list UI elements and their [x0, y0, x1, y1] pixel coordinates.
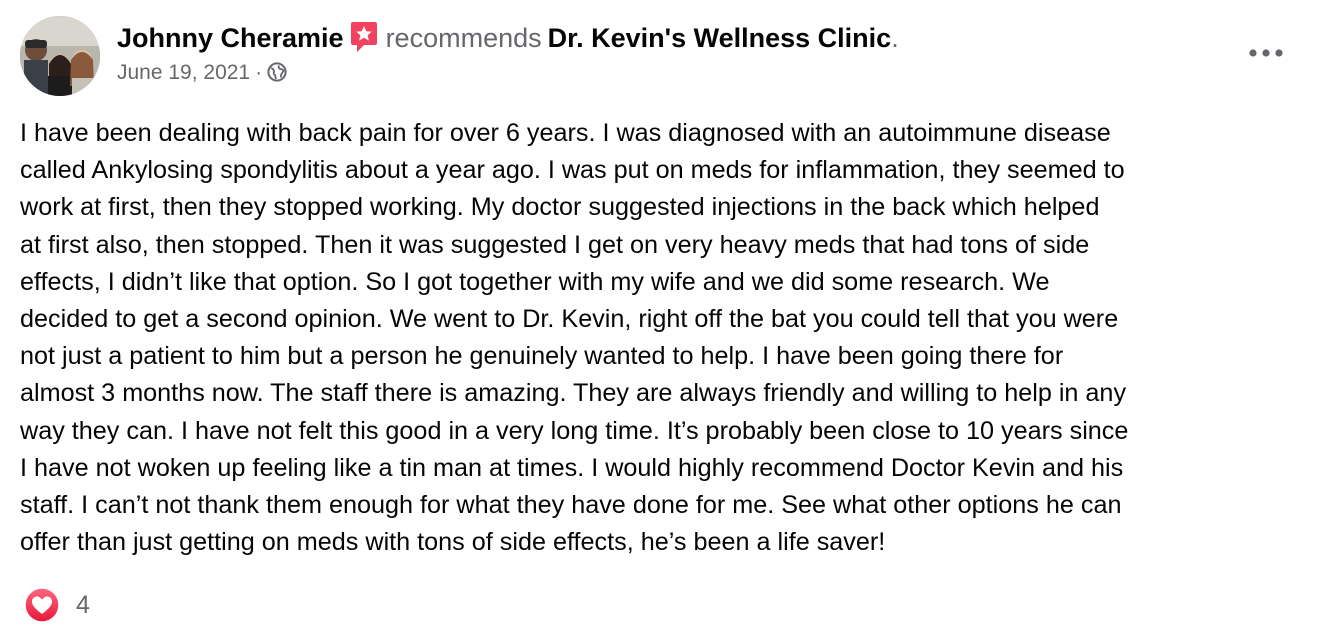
reactions-summary[interactable]: 4: [24, 587, 90, 623]
post-meta: Johnny Cheramie recommends Dr. Kevin's We…: [117, 20, 899, 88]
recommendation-star-icon: [350, 21, 378, 53]
page-name-link[interactable]: Dr. Kevin's Wellness Clinic: [548, 23, 892, 53]
reaction-count[interactable]: 4: [76, 591, 90, 620]
more-options-icon[interactable]: [1244, 40, 1288, 66]
date-separator: ·: [255, 61, 263, 84]
avatar[interactable]: [20, 16, 100, 96]
post-body-text: I have been dealing with back pain for o…: [20, 119, 1129, 557]
post-subtitle-line: June 19, 2021 ·: [117, 58, 899, 88]
title-period: .: [891, 23, 899, 53]
post-title-line: Johnny Cheramie recommends Dr. Kevin's We…: [117, 20, 899, 56]
recommends-text: recommends: [385, 23, 542, 53]
love-reaction-icon[interactable]: [24, 587, 60, 623]
globe-icon[interactable]: [267, 61, 287, 82]
post-date[interactable]: June 19, 2021: [117, 61, 250, 84]
post-header: Johnny Cheramie recommends Dr. Kevin's We…: [20, 16, 1310, 102]
author-name[interactable]: Johnny Cheramie: [117, 23, 344, 53]
